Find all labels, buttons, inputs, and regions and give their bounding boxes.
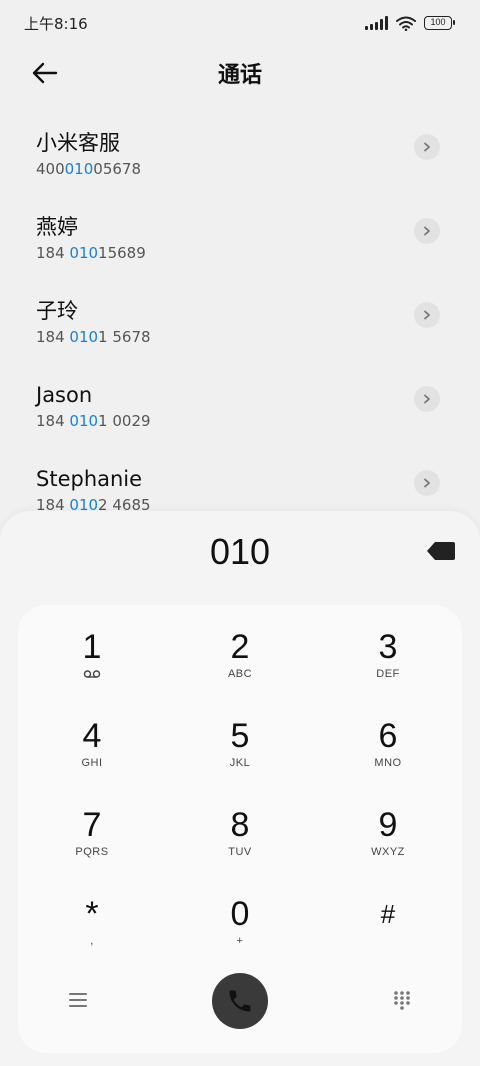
key-letters: JKL — [229, 757, 251, 769]
dialer-panel: 010 1 2 ABC 3 DEF 4 GHI 5 JKL 6 MNO 7 PQ… — [0, 511, 480, 1066]
key-1[interactable]: 1 — [18, 625, 166, 714]
key-digit: 8 — [230, 806, 250, 844]
key-6[interactable]: 6 MNO — [314, 714, 462, 803]
key-2[interactable]: 2 ABC — [166, 625, 314, 714]
key-digit: 9 — [378, 806, 398, 844]
voicemail-icon — [83, 670, 101, 678]
battery-icon: 100 — [424, 16, 455, 30]
key-digit: 7 — [82, 806, 102, 844]
dial-input[interactable]: 010 — [0, 531, 480, 575]
detail-button[interactable] — [414, 134, 440, 160]
key-0[interactable]: 0 + — [166, 892, 314, 981]
key-letters: WXYZ — [371, 846, 405, 858]
chevron-right-icon — [424, 142, 430, 152]
key-8[interactable]: 8 TUV — [166, 803, 314, 892]
detail-button[interactable] — [414, 302, 440, 328]
key-letters: MNO — [374, 757, 402, 769]
contact-number: 40001005678 — [36, 160, 141, 178]
key-digit: 6 — [378, 717, 398, 755]
signal-icon — [365, 16, 388, 30]
key-letters: GHI — [81, 757, 103, 769]
key-star[interactable]: * , — [18, 892, 166, 981]
key-7[interactable]: 7 PQRS — [18, 803, 166, 892]
key-digit: 2 — [230, 628, 250, 666]
key-3[interactable]: 3 DEF — [314, 625, 462, 714]
keypad: 1 2 ABC 3 DEF 4 GHI 5 JKL 6 MNO 7 PQRS 8… — [18, 605, 462, 1053]
contact-number: 184 0101 5678 — [36, 328, 151, 346]
key-digit: 4 — [82, 717, 102, 755]
key-letters: , — [90, 935, 94, 947]
dialpad-icon[interactable] — [392, 990, 412, 1010]
key-hash[interactable]: # — [314, 892, 462, 981]
page-title: 通话 — [217, 63, 262, 88]
status-icons: 100 — [365, 16, 455, 31]
chevron-right-icon — [424, 310, 430, 320]
detail-button[interactable] — [414, 218, 440, 244]
status-bar: 上午8:16 100 — [0, 0, 480, 46]
key-digit: * — [85, 895, 99, 933]
key-letters: PQRS — [75, 846, 109, 858]
key-letters: DEF — [376, 668, 400, 680]
key-digit: 0 — [230, 895, 250, 933]
header: 通话 — [0, 46, 480, 100]
key-letters: ABC — [227, 668, 253, 680]
dialer-bottom-row — [18, 973, 462, 1029]
contact-list: 小米客服 40001005678 燕婷 184 01015689 子玲 184 … — [0, 105, 480, 525]
key-digit: 3 — [378, 628, 398, 666]
key-digit: # — [380, 899, 396, 929]
key-letters: TUV — [228, 846, 252, 858]
chevron-right-icon — [424, 226, 430, 236]
contact-number: 184 0101 0029 — [36, 412, 151, 430]
list-item[interactable]: 子玲 184 0101 5678 — [0, 273, 480, 357]
menu-icon[interactable] — [68, 992, 88, 1008]
key-4[interactable]: 4 GHI — [18, 714, 166, 803]
backspace-icon[interactable] — [426, 541, 456, 561]
detail-button[interactable] — [414, 470, 440, 496]
phone-icon — [229, 990, 251, 1012]
status-time: 上午8:16 — [24, 14, 88, 33]
key-digit: 5 — [230, 717, 250, 755]
key-9[interactable]: 9 WXYZ — [314, 803, 462, 892]
keypad-keys: 1 2 ABC 3 DEF 4 GHI 5 JKL 6 MNO 7 PQRS 8… — [18, 625, 462, 981]
key-5[interactable]: 5 JKL — [166, 714, 314, 803]
contact-number: 184 01015689 — [36, 244, 146, 262]
detail-button[interactable] — [414, 386, 440, 412]
list-item[interactable]: Jason 184 0101 0029 — [0, 357, 480, 441]
key-letters: + — [236, 935, 244, 947]
key-digit: 1 — [82, 628, 102, 666]
chevron-right-icon — [424, 478, 430, 488]
call-button[interactable] — [212, 973, 268, 1029]
list-item[interactable]: 小米客服 40001005678 — [0, 105, 480, 189]
wifi-icon — [396, 16, 416, 31]
back-arrow-icon[interactable] — [30, 59, 60, 87]
chevron-right-icon — [424, 394, 430, 404]
list-item[interactable]: 燕婷 184 01015689 — [0, 189, 480, 273]
